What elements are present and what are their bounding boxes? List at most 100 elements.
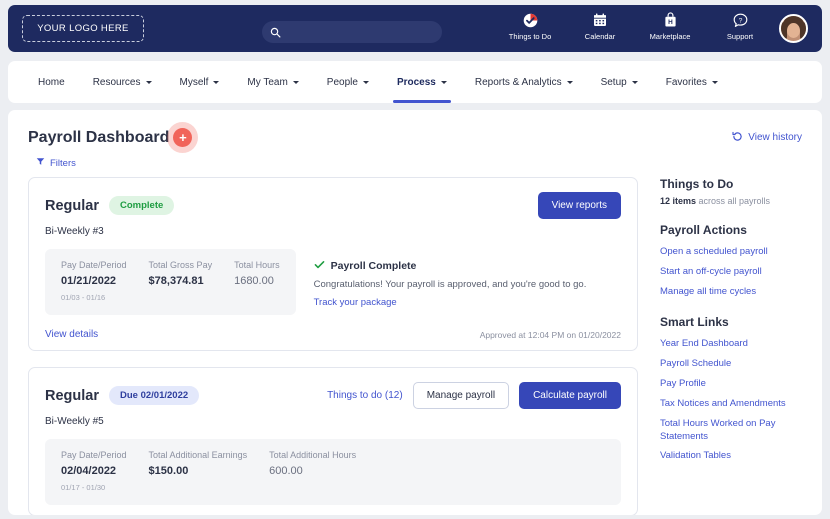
- check-icon: [314, 259, 325, 273]
- sidebar-link-validation-tables[interactable]: Validation Tables: [660, 450, 802, 463]
- manage-payroll-button[interactable]: Manage payroll: [412, 382, 510, 409]
- nav-item-setup[interactable]: Setup: [587, 61, 652, 103]
- global-search[interactable]: [262, 21, 442, 43]
- detail-total-additional-hours: Total Additional Hours 600.00: [269, 450, 356, 492]
- payroll-card-subtitle: Bi-Weekly #3: [45, 226, 104, 237]
- detail-total-additional-earnings: Total Additional Earnings $150.00: [149, 450, 248, 492]
- filter-icon: [36, 157, 45, 169]
- top-bar: YOUR LOGO HERE Things to Do Calendar H M…: [8, 5, 822, 52]
- detail-value: $150.00: [148, 465, 189, 477]
- nav-calendar[interactable]: Calendar: [574, 11, 626, 41]
- payroll-card-regular-complete: Regular Complete View reports Bi-Weekly …: [28, 177, 638, 351]
- detail-pay-date-period: Pay Date/Period 02/04/2022 01/17 - 01/30: [61, 450, 127, 492]
- sidebar-link-open-scheduled-payroll[interactable]: Open a scheduled payroll: [660, 246, 802, 259]
- detail-pay-date-period: Pay Date/Period 01/21/2022 01/03 - 01/16: [61, 260, 127, 302]
- add-payroll-button[interactable]: +: [167, 122, 199, 153]
- detail-value: 600.00: [269, 465, 303, 477]
- search-input-box[interactable]: [262, 21, 442, 43]
- payroll-status-title: Payroll Complete: [330, 260, 417, 272]
- page-title: Payroll Dashboard: [28, 128, 170, 146]
- calculate-payroll-button[interactable]: Calculate payroll: [519, 382, 621, 409]
- avatar-hair-right: [800, 22, 806, 40]
- detail-value: 01/21/2022: [61, 275, 117, 287]
- detail-label: Pay Date/Period: [61, 260, 127, 270]
- payroll-card-header: Regular Complete View reports: [45, 192, 621, 219]
- filters-label: Filters: [50, 157, 76, 169]
- search-icon: [270, 27, 281, 38]
- detail-label: Total Additional Hours: [269, 450, 357, 460]
- chevron-down-icon: [145, 80, 152, 84]
- support-icon: ?: [732, 11, 749, 29]
- chevron-down-icon: [631, 80, 638, 84]
- main-navigation: Home Resources Myself My Team People Pro…: [8, 61, 822, 103]
- detail-value: 1680.00: [234, 275, 274, 287]
- nav-item-reports-analytics-label: Reports & Analytics: [474, 76, 562, 88]
- detail-total-hours: Total Hours 1680.00: [234, 260, 280, 302]
- things-to-do-link[interactable]: Things to do (12): [327, 390, 403, 401]
- nav-marketplace[interactable]: H Marketplace: [644, 11, 696, 41]
- payroll-card-title: Regular: [45, 197, 99, 214]
- view-history-label: View history: [748, 132, 802, 143]
- filters-button[interactable]: Filters: [36, 157, 822, 169]
- track-package-link[interactable]: Track your package: [314, 297, 397, 308]
- detail-label: Pay Date/Period: [61, 450, 127, 460]
- detail-sub-value: 01/17 - 01/30: [61, 483, 106, 492]
- page-container: Payroll Dashboard + View history Filters…: [8, 110, 822, 515]
- sidebar-link-manage-all-time-cycles[interactable]: Manage all time cycles: [660, 286, 802, 299]
- detail-value: 02/04/2022: [61, 465, 117, 477]
- company-logo-placeholder[interactable]: YOUR LOGO HERE: [22, 15, 144, 42]
- nav-calendar-label: Calendar: [584, 32, 616, 41]
- top-nav-icon-group: Things to Do Calendar H Marketplace ? Su…: [504, 11, 766, 41]
- nav-item-people[interactable]: People: [313, 61, 383, 103]
- nav-item-favorites[interactable]: Favorites: [652, 61, 732, 103]
- sidebar-link-tax-notices-amendments[interactable]: Tax Notices and Amendments: [660, 398, 802, 411]
- nav-item-setup-label: Setup: [600, 76, 627, 88]
- nav-item-home[interactable]: Home: [24, 61, 79, 103]
- detail-label: Total Additional Earnings: [148, 450, 248, 460]
- nav-item-resources-label: Resources: [92, 76, 141, 88]
- chevron-down-icon: [711, 80, 718, 84]
- approved-timestamp: Approved at 12:04 PM on 01/20/2022: [479, 329, 621, 340]
- history-icon: [732, 131, 743, 145]
- nav-item-my-team[interactable]: My Team: [233, 61, 312, 103]
- sidebar-link-total-hours-worked[interactable]: Total Hours Worked on Pay Statements: [660, 418, 802, 444]
- sidebar-link-pay-profile[interactable]: Pay Profile: [660, 378, 802, 391]
- nav-support[interactable]: ? Support: [714, 11, 766, 41]
- nav-item-reports-analytics[interactable]: Reports & Analytics: [461, 61, 587, 103]
- chevron-down-icon: [362, 80, 369, 84]
- view-details-link[interactable]: View details: [45, 329, 98, 340]
- nav-things-to-do[interactable]: Things to Do: [504, 11, 556, 41]
- status-badge: Due 02/01/2022: [109, 386, 200, 405]
- payroll-card-regular-due: Regular Due 02/01/2022 Things to do (12)…: [28, 367, 638, 515]
- detail-label: Total Hours: [234, 260, 280, 270]
- view-reports-button[interactable]: View reports: [537, 192, 621, 219]
- things-to-do-count-suffix: across all payrolls: [696, 196, 771, 206]
- things-to-do-count-value: 12 items: [660, 196, 697, 206]
- nav-item-my-team-label: My Team: [247, 76, 288, 88]
- sidebar-heading-smart-links: Smart Links: [660, 315, 729, 330]
- sidebar-link-payroll-schedule[interactable]: Payroll Schedule: [660, 358, 802, 371]
- calendar-icon: [592, 11, 608, 29]
- user-avatar[interactable]: [779, 14, 808, 43]
- nav-support-label: Support: [726, 32, 754, 41]
- payroll-card-actions: Things to do (12) Manage payroll Calcula…: [327, 382, 621, 409]
- things-to-do-icon: [522, 11, 539, 29]
- sidebar-link-year-end-dashboard[interactable]: Year End Dashboard: [660, 338, 802, 351]
- nav-marketplace-label: Marketplace: [649, 32, 691, 41]
- dashboard-sidebar: Things to Do 12 items across all payroll…: [638, 177, 802, 515]
- sidebar-heading-things-to-do: Things to Do: [660, 177, 734, 191]
- detail-label: Total Gross Pay: [148, 260, 213, 270]
- chevron-down-icon: [440, 80, 447, 84]
- nav-item-process[interactable]: Process: [383, 61, 461, 103]
- logo-text: YOUR LOGO HERE: [37, 23, 129, 34]
- sidebar-smart-links: Smart Links Year End Dashboard Payroll S…: [660, 315, 802, 463]
- detail-value: $78,374.81: [148, 275, 204, 287]
- nav-item-process-label: Process: [396, 76, 436, 88]
- nav-item-myself[interactable]: Myself: [166, 61, 234, 103]
- dashboard-body: Regular Complete View reports Bi-Weekly …: [8, 169, 822, 515]
- payroll-summary-panel: Pay Date/Period 01/21/2022 01/03 - 01/16…: [45, 249, 296, 315]
- sidebar-link-start-off-cycle-payroll[interactable]: Start an off-cycle payroll: [660, 266, 802, 279]
- nav-item-resources[interactable]: Resources: [79, 61, 166, 103]
- payroll-card-subtitle: Bi-Weekly #5: [45, 416, 104, 427]
- view-history-button[interactable]: View history: [732, 131, 802, 145]
